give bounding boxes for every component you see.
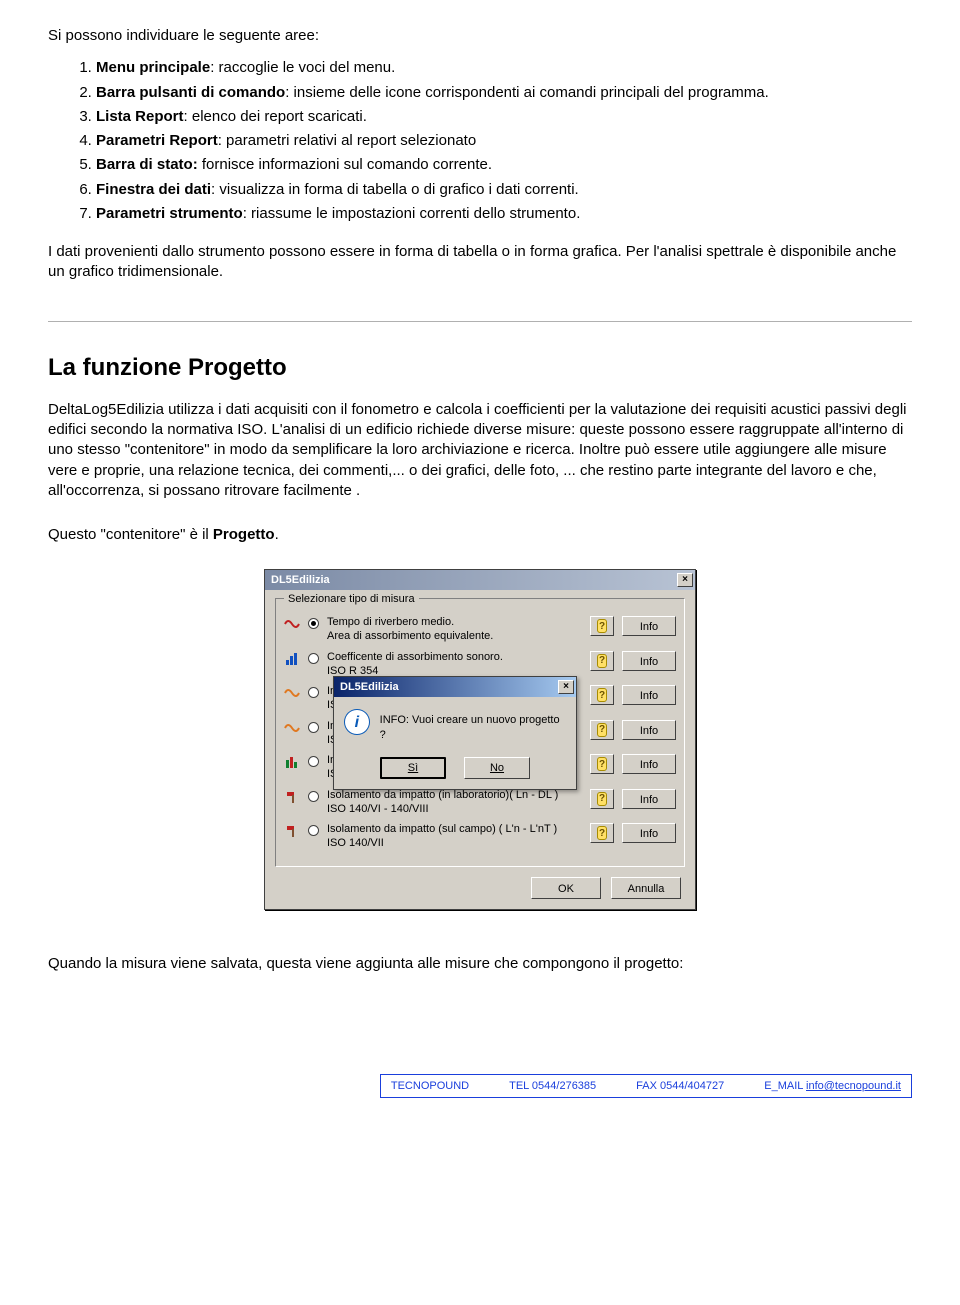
yes-button[interactable]: Sì bbox=[380, 757, 446, 779]
option-label: Isolamento da impatto (in laboratorio)( … bbox=[327, 789, 582, 817]
question-icon: ? bbox=[597, 619, 607, 633]
option-row: Tempo di riverbero medio.Area di assorbi… bbox=[284, 616, 676, 644]
radio-option[interactable] bbox=[308, 756, 319, 767]
question-icon: ? bbox=[597, 654, 607, 668]
wave-orange-icon bbox=[284, 685, 300, 701]
ok-button[interactable]: OK bbox=[531, 877, 601, 899]
popup-text: INFO: Vuoi creare un nuovo progetto ? bbox=[380, 709, 566, 743]
dialog-title: DL5Edilizia bbox=[271, 573, 330, 588]
measurement-type-dialog: DL5Edilizia × Selezionare tipo di misura… bbox=[264, 569, 696, 910]
areas-list: Menu principale: raccoglie le voci del m… bbox=[48, 58, 912, 224]
info-icon: i bbox=[344, 709, 370, 735]
footer-mail: E_MAIL info@tecnopound.it bbox=[764, 1079, 901, 1094]
paragraph-1: I dati provenienti dallo strumento posso… bbox=[48, 242, 912, 283]
confirm-popup: DL5Edilizia × i INFO: Vuoi creare un nuo… bbox=[333, 676, 577, 790]
bars-blue-icon bbox=[284, 651, 300, 667]
close-icon[interactable]: × bbox=[558, 680, 574, 694]
info-button[interactable]: Info bbox=[622, 720, 676, 740]
radio-option[interactable] bbox=[308, 722, 319, 733]
paragraph-after-dialog: Quando la misura viene salvata, questa v… bbox=[48, 954, 912, 974]
close-icon[interactable]: × bbox=[677, 573, 693, 587]
area-item: Lista Report: elenco dei report scaricat… bbox=[96, 107, 912, 127]
info-button[interactable]: Info bbox=[622, 685, 676, 705]
info-button[interactable]: Info bbox=[622, 823, 676, 843]
help-button[interactable]: ? bbox=[590, 651, 614, 671]
help-button[interactable]: ? bbox=[590, 823, 614, 843]
question-icon: ? bbox=[597, 723, 607, 737]
chart-green-icon bbox=[284, 754, 300, 770]
no-button[interactable]: No bbox=[464, 757, 530, 779]
area-item: Barra pulsanti di comando: insieme delle… bbox=[96, 83, 912, 103]
help-button[interactable]: ? bbox=[590, 685, 614, 705]
info-button[interactable]: Info bbox=[622, 789, 676, 809]
option-label: Isolamento da impatto (sul campo) ( L'n … bbox=[327, 823, 582, 851]
area-item: Menu principale: raccoglie le voci del m… bbox=[96, 58, 912, 78]
radio-option[interactable] bbox=[308, 687, 319, 698]
radio-option[interactable] bbox=[308, 825, 319, 836]
section-title: La funzione Progetto bbox=[48, 352, 912, 384]
paragraph-2: DeltaLog5Edilizia utilizza i dati acquis… bbox=[48, 400, 912, 501]
paragraph-3: Questo "contenitore" è il Progetto. bbox=[48, 525, 912, 545]
section-divider bbox=[48, 321, 912, 322]
question-icon: ? bbox=[597, 757, 607, 771]
radio-option[interactable] bbox=[308, 791, 319, 802]
area-item: Barra di stato: fornisce informazioni su… bbox=[96, 155, 912, 175]
option-row: Coefficente di assorbimento sonoro.ISO R… bbox=[284, 651, 676, 679]
hammer-red-icon bbox=[284, 823, 300, 839]
dialog-container: DL5Edilizia × Selezionare tipo di misura… bbox=[48, 569, 912, 910]
popup-titlebar[interactable]: DL5Edilizia × bbox=[334, 677, 576, 697]
wave-orange-icon bbox=[284, 720, 300, 736]
question-icon: ? bbox=[597, 688, 607, 702]
help-button[interactable]: ? bbox=[590, 789, 614, 809]
footer-company: TECNOPOUND bbox=[391, 1079, 469, 1094]
groupbox-legend: Selezionare tipo di misura bbox=[284, 592, 419, 607]
info-button[interactable]: Info bbox=[622, 651, 676, 671]
popup-title: DL5Edilizia bbox=[340, 680, 399, 695]
option-label: Tempo di riverbero medio.Area di assorbi… bbox=[327, 616, 582, 644]
footer-fax: FAX 0544/404727 bbox=[636, 1079, 724, 1094]
hammer-red-icon bbox=[284, 789, 300, 805]
cancel-button[interactable]: Annulla bbox=[611, 877, 681, 899]
footer-tel: TEL 0544/276385 bbox=[509, 1079, 596, 1094]
question-icon: ? bbox=[597, 826, 607, 840]
radio-option[interactable] bbox=[308, 618, 319, 629]
option-label: Coefficente di assorbimento sonoro.ISO R… bbox=[327, 651, 582, 679]
option-row: Isolamento da impatto (sul campo) ( L'n … bbox=[284, 823, 676, 851]
intro-text: Si possono individuare le seguente aree: bbox=[48, 26, 912, 46]
page-footer: TECNOPOUND TEL 0544/276385 FAX 0544/4047… bbox=[380, 1074, 912, 1098]
area-item: Parametri strumento: riassume le imposta… bbox=[96, 204, 912, 224]
dialog-titlebar[interactable]: DL5Edilizia × bbox=[265, 570, 695, 590]
help-button[interactable]: ? bbox=[590, 720, 614, 740]
help-button[interactable]: ? bbox=[590, 754, 614, 774]
question-icon: ? bbox=[597, 792, 607, 806]
wave-red-icon bbox=[284, 616, 300, 632]
radio-option[interactable] bbox=[308, 653, 319, 664]
option-row: Isolamento da impatto (in laboratorio)( … bbox=[284, 789, 676, 817]
help-button[interactable]: ? bbox=[590, 616, 614, 636]
info-button[interactable]: Info bbox=[622, 754, 676, 774]
area-item: Finestra dei dati: visualizza in forma d… bbox=[96, 180, 912, 200]
area-item: Parametri Report: parametri relativi al … bbox=[96, 131, 912, 151]
info-button[interactable]: Info bbox=[622, 616, 676, 636]
